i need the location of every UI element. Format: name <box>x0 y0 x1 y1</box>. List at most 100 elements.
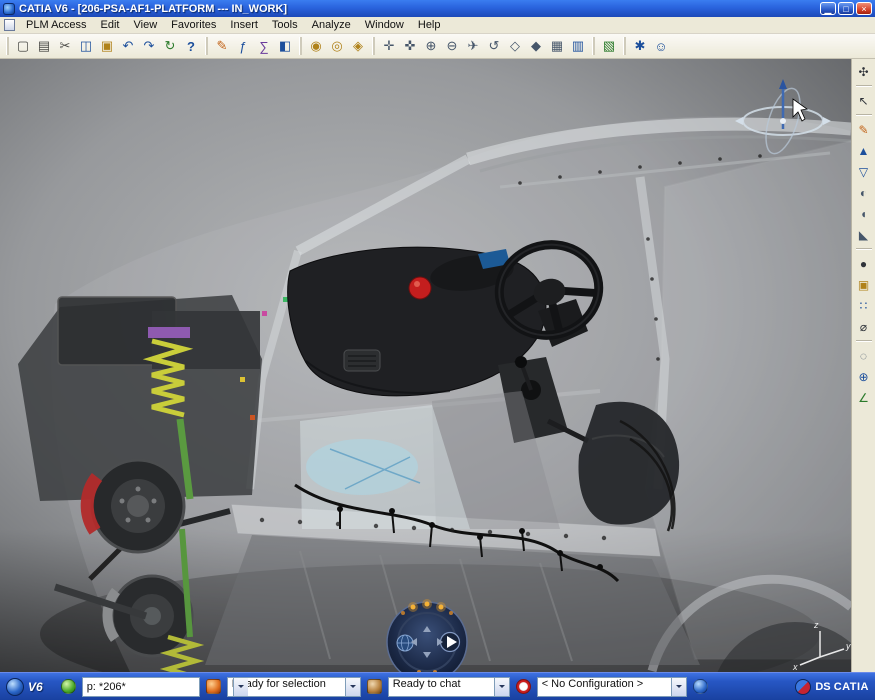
catia-window: CATIA V6 - [206-PSA-AF1-PLATFORM --- IN_… <box>0 0 875 700</box>
sketch-3d-icon[interactable]: ✎ <box>854 120 873 139</box>
chamfer-icon[interactable]: ◣ <box>854 225 873 244</box>
catia-label: CATIA <box>834 681 869 693</box>
menu-tools[interactable]: Tools <box>265 18 305 32</box>
paste-icon[interactable]: ▣ <box>97 36 117 56</box>
ds-label: DS <box>815 681 830 693</box>
select-cursor-icon[interactable]: ↖ <box>854 91 873 110</box>
zoom-in-icon[interactable]: ⊕ <box>421 36 441 56</box>
undo-icon[interactable]: ↶ <box>118 36 138 56</box>
new-document-icon[interactable]: ▢ <box>13 36 33 56</box>
catia-v6-brand: V6 <box>6 678 43 696</box>
toolbar-grip <box>205 37 208 55</box>
toolbar-grip <box>592 37 595 55</box>
pad-icon[interactable]: ▲ <box>854 141 873 160</box>
main-toolbar: ▢ ▤ ✂ ◫ ▣ ↶ ↷ ↻ ? ✎ ƒ ∑ ◧ ◉ ◎ ◈ ✛ ✜ ⊕ ⊖ … <box>0 34 875 59</box>
chat-icon[interactable] <box>367 679 382 694</box>
fly-mode-icon[interactable]: ✈ <box>463 36 483 56</box>
copy-icon[interactable]: ◫ <box>76 36 96 56</box>
security-icon[interactable]: ◈ <box>348 36 368 56</box>
pan-icon[interactable]: ✛ <box>379 36 399 56</box>
capture-icon[interactable]: ▥ <box>568 36 588 56</box>
normal-view-icon[interactable]: ◆ <box>526 36 546 56</box>
knowledge-icon[interactable]: ∑ <box>254 36 274 56</box>
configuration-dropdown-arrow[interactable] <box>671 678 686 696</box>
minimize-button[interactable]: ▁ <box>820 2 836 15</box>
restore-button[interactable]: □ <box>838 2 854 15</box>
document-icon <box>4 19 15 31</box>
toolbar-grip <box>372 37 375 55</box>
catia-app-icon <box>3 3 15 15</box>
titlebar[interactable]: CATIA V6 - [206-PSA-AF1-PLATFORM --- IN_… <box>0 0 875 17</box>
fillet-icon[interactable]: ◖ <box>854 204 873 223</box>
statusbar: V6 Ready for selection Ready to chat < N… <box>0 672 875 700</box>
toolbar-separator <box>856 114 872 116</box>
unlock-icon[interactable]: ◎ <box>327 36 347 56</box>
pattern-icon[interactable]: ∷ <box>854 296 873 315</box>
redo-icon[interactable]: ↷ <box>139 36 159 56</box>
collaboration-icon[interactable]: ☺ <box>651 36 671 56</box>
menu-plm-access[interactable]: PLM Access <box>19 18 94 32</box>
sketch-icon[interactable]: ✎ <box>212 36 232 56</box>
print-icon[interactable]: ▤ <box>34 36 54 56</box>
hole-icon[interactable]: ● <box>854 254 873 273</box>
configuration-icon[interactable] <box>693 679 708 694</box>
toolbar-grip <box>6 37 9 55</box>
workarea: z y x ✣ ↖ ✎ ▲ ▽ ◐ ◖ ◣ ● ▣ ∷ ⌀ ◌ ⊕ ∠ <box>0 59 875 672</box>
menu-view[interactable]: View <box>127 18 165 32</box>
axis-system-icon[interactable]: ∠ <box>854 388 873 407</box>
menu-help[interactable]: Help <box>411 18 448 32</box>
revolve-icon[interactable]: ◐ <box>854 183 873 202</box>
globe-icon[interactable] <box>397 635 413 651</box>
svg-text:x: x <box>792 662 798 672</box>
chat-status-combo[interactable]: Ready to chat <box>388 677 510 697</box>
chat-dropdown-arrow[interactable] <box>494 678 509 696</box>
measure-icon[interactable]: ⌀ <box>854 317 873 336</box>
search-combo[interactable] <box>82 677 200 697</box>
toolbar-separator <box>856 248 872 250</box>
menu-analyze[interactable]: Analyze <box>305 18 358 32</box>
close-button[interactable]: × <box>856 2 872 15</box>
settings-icon[interactable]: ✱ <box>630 36 650 56</box>
iso-view-icon[interactable]: ◇ <box>505 36 525 56</box>
window-title: CATIA V6 - [206-PSA-AF1-PLATFORM --- IN_… <box>19 3 816 15</box>
report-window-icon[interactable]: ◧ <box>275 36 295 56</box>
right-toolbar: ✣ ↖ ✎ ▲ ▽ ◐ ◖ ◣ ● ▣ ∷ ⌀ ◌ ⊕ ∠ <box>851 59 875 672</box>
selection-mode-icon[interactable] <box>206 679 221 694</box>
3d-viewport[interactable]: z y x <box>0 59 851 672</box>
plm-search-icon[interactable] <box>61 679 76 694</box>
brand-label: V6 <box>28 680 43 694</box>
window-controls: ▁ □ × <box>820 2 872 15</box>
shell-icon[interactable]: ▣ <box>854 275 873 294</box>
toolbox-icon[interactable]: ▧ <box>599 36 619 56</box>
svg-text:z: z <box>813 620 819 630</box>
menu-insert[interactable]: Insert <box>223 18 265 32</box>
hide-show-icon[interactable]: ◌ <box>854 346 873 365</box>
multi-view-icon[interactable]: ▦ <box>547 36 567 56</box>
magnifier-icon[interactable]: ⊕ <box>854 367 873 386</box>
chat-status: Ready to chat <box>389 678 494 696</box>
menu-favorites[interactable]: Favorites <box>164 18 223 32</box>
ds-logo-text: DS CATIA <box>815 681 869 693</box>
rotate-view-icon[interactable]: ↺ <box>484 36 504 56</box>
selection-dropdown-arrow[interactable] <box>345 678 360 696</box>
ds-catia-logo: DS CATIA <box>795 679 869 695</box>
compass-anchor-icon[interactable]: ✣ <box>854 62 873 81</box>
zoom-out-icon[interactable]: ⊖ <box>442 36 462 56</box>
pocket-icon[interactable]: ▽ <box>854 162 873 181</box>
center-view-icon[interactable]: ✜ <box>400 36 420 56</box>
ds-logo-icon <box>795 679 811 695</box>
menu-edit[interactable]: Edit <box>94 18 127 32</box>
formula-icon[interactable]: ƒ <box>233 36 253 56</box>
menu-window[interactable]: Window <box>358 18 411 32</box>
status-record-icon[interactable] <box>516 679 531 694</box>
update-icon[interactable]: ↻ <box>160 36 180 56</box>
configuration-combo[interactable]: < No Configuration > <box>537 677 687 697</box>
whats-this-icon[interactable]: ? <box>181 36 201 56</box>
toolbar-separator <box>856 340 872 342</box>
menubar: PLM Access Edit View Favorites Insert To… <box>0 17 875 34</box>
lock-icon[interactable]: ◉ <box>306 36 326 56</box>
toolbar-separator <box>856 85 872 87</box>
play-button[interactable] <box>441 633 460 652</box>
cut-icon[interactable]: ✂ <box>55 36 75 56</box>
search-dropdown-arrow[interactable] <box>233 678 248 696</box>
